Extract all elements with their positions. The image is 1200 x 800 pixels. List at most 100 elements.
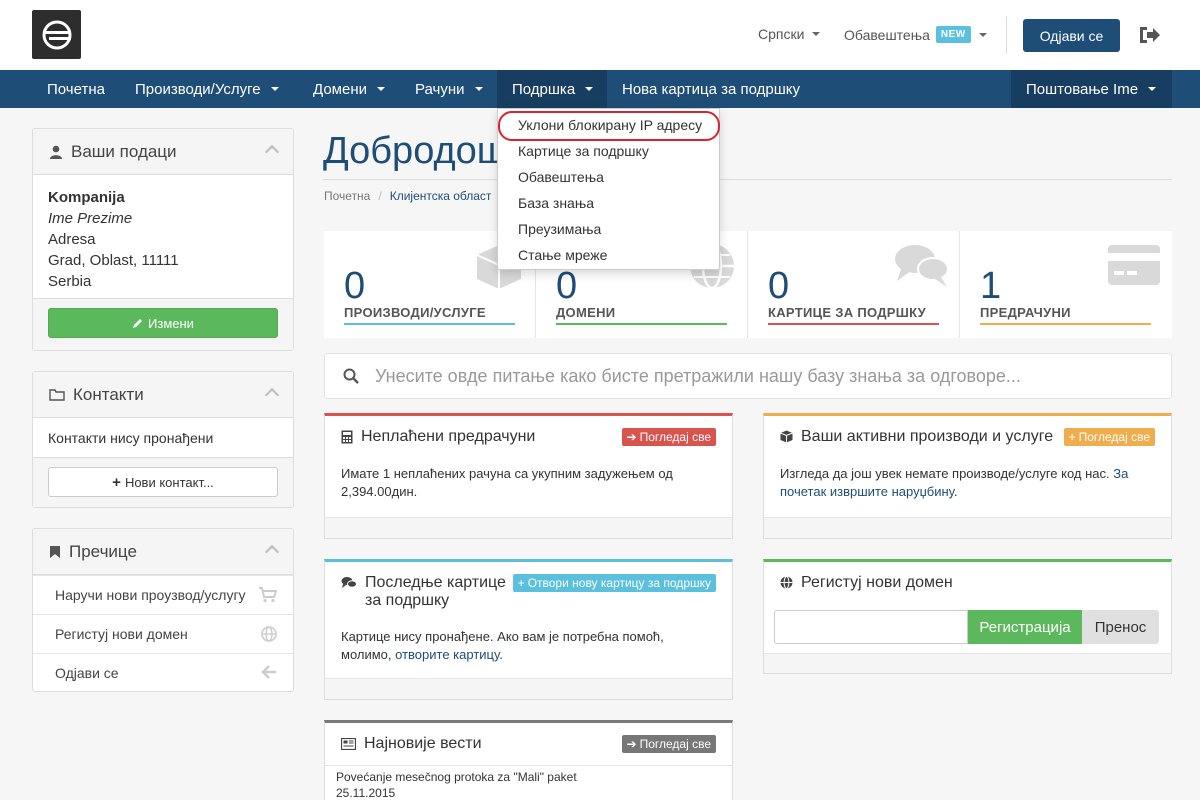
button-label: Погледај све xyxy=(639,737,711,751)
breadcrumb-home[interactable]: Почетна xyxy=(324,189,370,203)
arrow-right-icon: ➔ xyxy=(626,737,637,751)
menu-item-downloads[interactable]: Преузимања xyxy=(518,221,601,237)
view-all-products-button[interactable]: + Погледај све xyxy=(1063,428,1155,446)
panel-header[interactable]: Пречице xyxy=(33,529,293,575)
card-text-punct: . xyxy=(953,484,958,499)
nav-services[interactable]: Производи/Услуге xyxy=(120,70,294,108)
company-logo[interactable] xyxy=(32,10,81,59)
stat-value: 0 xyxy=(344,265,366,307)
sign-out-icon[interactable] xyxy=(1138,24,1162,46)
chevron-down-icon xyxy=(1148,87,1157,91)
menu-item-unblock-ip[interactable]: Уклони блокирану IP адресу xyxy=(518,117,702,133)
view-all-invoices-button[interactable]: ➔ Погледај све xyxy=(621,428,716,446)
stat-label: КАРТИЦЕ ЗА ПОДРШКУ xyxy=(768,305,927,320)
notifications-menu[interactable]: Обавештења NEW xyxy=(844,26,987,43)
shortcut-label: Наручи нови проузвод/услугу xyxy=(55,587,246,603)
calculator-icon xyxy=(341,430,353,444)
recent-tickets-card: Последње картице за подршку + Отвори нову… xyxy=(324,559,733,700)
menu-item-tickets[interactable]: Картице за подршку xyxy=(518,143,649,159)
language-selector[interactable]: Српски xyxy=(758,26,821,42)
cube-icon xyxy=(780,430,793,443)
stat-underline xyxy=(768,323,939,325)
credit-card-icon xyxy=(1108,245,1160,285)
shortcut-logout[interactable]: Одјави се xyxy=(33,653,293,692)
nav-label: Домени xyxy=(313,80,367,98)
menu-item-network-status[interactable]: Стање мреже xyxy=(518,247,607,263)
chevron-up-icon[interactable] xyxy=(264,387,280,403)
panel-footer: Измени xyxy=(33,298,293,350)
stat-underline xyxy=(980,323,1151,325)
nav-open-ticket[interactable]: Нова картица за подршку xyxy=(607,70,815,108)
nav-label: Поштовање Ime xyxy=(1026,80,1139,98)
main-navbar: Почетна Производи/Услуге Домени Рачуни П… xyxy=(0,70,1200,108)
card-title: Неплаћени предрачуни xyxy=(341,428,535,446)
chevron-up-icon[interactable] xyxy=(264,144,280,160)
panel-header[interactable]: Контакти xyxy=(33,372,293,418)
nav-home[interactable]: Почетна xyxy=(32,70,120,108)
nav-label: Производи/Услуге xyxy=(135,80,261,98)
button-label: Погледај све xyxy=(1078,430,1150,444)
card-footer xyxy=(325,517,732,538)
open-new-ticket-button[interactable]: + Отвори нову картицу за подршку xyxy=(512,574,716,592)
card-title: Регистуј нови домен xyxy=(780,574,953,592)
card-footer xyxy=(325,678,732,699)
panel-header[interactable]: Ваши подаци xyxy=(33,129,293,175)
nav-label: Подршка xyxy=(512,80,576,98)
nav-billing[interactable]: Рачуни xyxy=(400,70,498,108)
shortcut-order-new[interactable]: Наручи нови проузвод/услугу xyxy=(33,575,293,614)
nav-support[interactable]: Подршка xyxy=(497,70,607,108)
transfer-domain-button[interactable]: Пренос xyxy=(1082,610,1159,644)
register-domain-button[interactable]: Регистрација xyxy=(968,610,1082,644)
card-title-text: Најновије вести xyxy=(364,735,482,752)
shortcut-register-domain[interactable]: Регистуј нови домен xyxy=(33,614,293,653)
open-ticket-link[interactable]: отворите картицу xyxy=(395,647,499,662)
chevron-down-icon xyxy=(812,32,821,36)
globe-icon xyxy=(780,576,793,589)
chevron-down-icon xyxy=(585,87,594,91)
new-badge: NEW xyxy=(935,26,971,43)
news-item-title: Povećanje mesečnog protoka za "Mali" pak… xyxy=(336,770,577,784)
chevron-up-icon[interactable] xyxy=(264,544,280,560)
card-title-text: Ваши активни производи и услуге xyxy=(801,428,1054,445)
new-contact-button[interactable]: + Нови контакт... xyxy=(48,467,278,497)
contacts-panel: Контакти Контакти нису пронађени + Нови … xyxy=(32,371,294,508)
no-contacts-text: Контакти нису пронађени xyxy=(48,430,214,446)
newspaper-icon xyxy=(341,738,356,750)
view-all-news-button[interactable]: ➔ Погледај све xyxy=(621,735,716,753)
stat-underline xyxy=(556,323,727,325)
news-item[interactable]: Povećanje mesečnog protoka za "Mali" pak… xyxy=(336,769,577,800)
breadcrumb: Почетна / Клијентска област xyxy=(324,189,491,203)
globe-icon xyxy=(261,626,277,642)
register-domain-card: Регистуј нови домен Регистрација Пренос xyxy=(763,559,1172,674)
nav-domains[interactable]: Домени xyxy=(298,70,400,108)
unpaid-invoices-card: Неплаћени предрачуни ➔ Погледај све Имате… xyxy=(324,413,733,539)
stat-label: ДОМЕНИ xyxy=(556,305,616,320)
card-title: Најновије вести xyxy=(341,735,482,753)
menu-item-knowledgebase[interactable]: База знања xyxy=(518,195,594,211)
stat-tickets[interactable]: 0 КАРТИЦЕ ЗА ПОДРШКУ xyxy=(748,231,960,338)
stat-underline xyxy=(344,323,515,325)
menu-item-announcements[interactable]: Обавештења xyxy=(518,169,604,185)
plus-icon: + xyxy=(1068,430,1076,444)
city-line: Grad, Oblast, 11111 xyxy=(48,252,179,269)
edit-details-button[interactable]: Измени xyxy=(48,308,278,338)
user-icon xyxy=(50,145,62,159)
stat-invoices[interactable]: 1 ПРЕДРАЧУНИ xyxy=(960,231,1172,338)
top-header: Српски Обавештења NEW Одјави се xyxy=(0,0,1200,70)
shopping-cart-icon xyxy=(259,587,277,603)
card-title-text: Регистуј нови домен xyxy=(801,574,953,591)
domain-search-input[interactable] xyxy=(774,610,968,644)
address-line: Adresa xyxy=(48,231,96,248)
breadcrumb-current: Клијентска област xyxy=(389,189,492,203)
logout-button[interactable]: Одјави се xyxy=(1023,19,1120,52)
nav-label: Нова картица за подршку xyxy=(622,80,800,98)
button-label: Измени xyxy=(148,315,194,331)
nav-account[interactable]: Поштовање Ime xyxy=(1011,70,1172,108)
card-text-body: Изгледа да још увек немате производе/усл… xyxy=(780,466,1110,481)
comments-icon xyxy=(895,245,949,287)
active-products-card: Ваши активни производи и услуге + Погледа… xyxy=(763,413,1172,539)
button-label: Нови контакт... xyxy=(124,474,214,490)
panel-title: Контакти xyxy=(73,384,144,404)
card-title: Последње картице за подршку xyxy=(341,574,511,610)
knowledgebase-search-input[interactable]: Унесите овде питање како бисте претражил… xyxy=(324,353,1172,399)
